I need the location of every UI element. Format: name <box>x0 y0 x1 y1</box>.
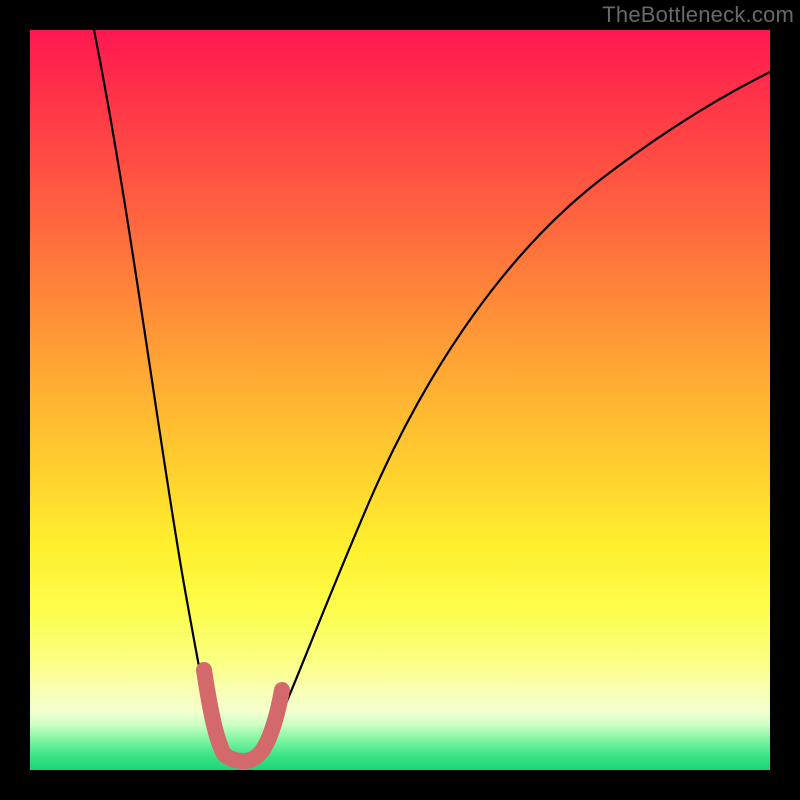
chart-svg <box>30 30 770 770</box>
valley-marker-line <box>204 670 282 761</box>
plot-area <box>30 30 770 770</box>
watermark-text: TheBottleneck.com <box>602 2 794 28</box>
v-curve-line <box>94 30 770 758</box>
chart-container: TheBottleneck.com <box>0 0 800 800</box>
